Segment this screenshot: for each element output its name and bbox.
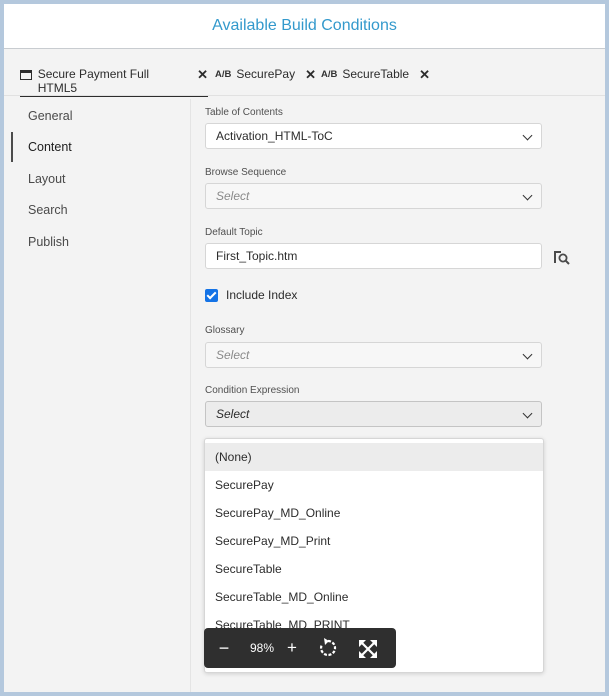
fit-to-screen-icon[interactable] [356,628,380,668]
ab-icon: A/B [215,69,232,80]
sidebar-item-content[interactable]: Content [11,132,181,162]
zoom-out-button[interactable]: − [214,628,234,668]
glossary-select[interactable]: Select [205,342,542,368]
close-icon[interactable]: ✕ [305,67,316,83]
banner-title: Available Build Conditions [4,4,605,49]
browse-sequence-label: Browse Sequence [205,167,287,178]
tab-label: Secure Payment Full HTML5 [37,67,150,95]
glossary-label: Glossary [205,325,245,336]
sidebar-item-publish[interactable]: Publish [11,227,181,257]
browse-sequence-select[interactable]: Select [205,183,542,209]
toc-label: Table of Contents [205,107,283,118]
tab-label: SecurePay [236,67,296,81]
sidebar-item-layout[interactable]: Layout [11,164,181,194]
chevron-down-icon [522,130,533,141]
sidebar-item-search[interactable]: Search [11,195,181,225]
toc-value: Activation_HTML-ToC [216,129,333,143]
ab-icon: A/B [321,69,338,80]
include-index-label: Include Index [226,288,298,302]
default-topic-field[interactable]: First_Topic.htm [205,243,542,269]
condition-expression-select[interactable]: Select [205,401,542,427]
tab-bar: Secure Payment Full HTML5 ✕ A/B SecurePa… [4,49,605,97]
default-topic-label: Default Topic [205,227,263,238]
dropdown-option[interactable]: SecureTable [205,555,543,583]
zoom-in-button[interactable]: + [282,628,302,668]
rotate-icon[interactable] [316,628,340,668]
chevron-down-icon [522,190,533,201]
tab-label: SecureTable [342,67,410,81]
tab-divider [4,95,605,96]
chevron-down-icon [522,408,533,419]
default-topic-value: First_Topic.htm [216,249,298,263]
browse-sequence-placeholder: Select [216,189,250,203]
include-index-checkbox[interactable] [205,289,218,302]
glossary-placeholder: Select [216,348,250,362]
window-icon [20,70,32,80]
dropdown-option-none[interactable]: (None) [205,443,543,471]
tab-securetable[interactable]: A/B SecureTable ✕ [321,67,431,95]
dropdown-option[interactable]: SecurePay_MD_Online [205,499,543,527]
sidebar-item-general[interactable]: General [11,101,181,131]
dropdown-option[interactable]: SecureTable_MD_Online [205,583,543,611]
chevron-down-icon [522,349,533,360]
dropdown-option[interactable]: SecurePay [205,471,543,499]
tab-secure-payment-full-html5[interactable]: Secure Payment Full HTML5 ✕ [20,67,208,97]
condition-expression-placeholder: Select [216,407,250,421]
toc-select[interactable]: Activation_HTML-ToC [205,123,542,149]
zoom-level: 98% [249,641,275,655]
close-icon[interactable]: ✕ [419,67,430,83]
dropdown-option[interactable]: SecurePay_MD_Print [205,527,543,555]
close-icon[interactable]: ✕ [197,67,208,83]
tab-securepay[interactable]: A/B SecurePay ✕ [215,67,317,95]
zoom-toolbar: − 98% + [204,628,396,668]
browse-file-icon[interactable] [553,249,571,265]
window-frame: Available Build Conditions Secure Paymen… [4,4,605,692]
condition-expression-label: Condition Expression [205,385,300,396]
